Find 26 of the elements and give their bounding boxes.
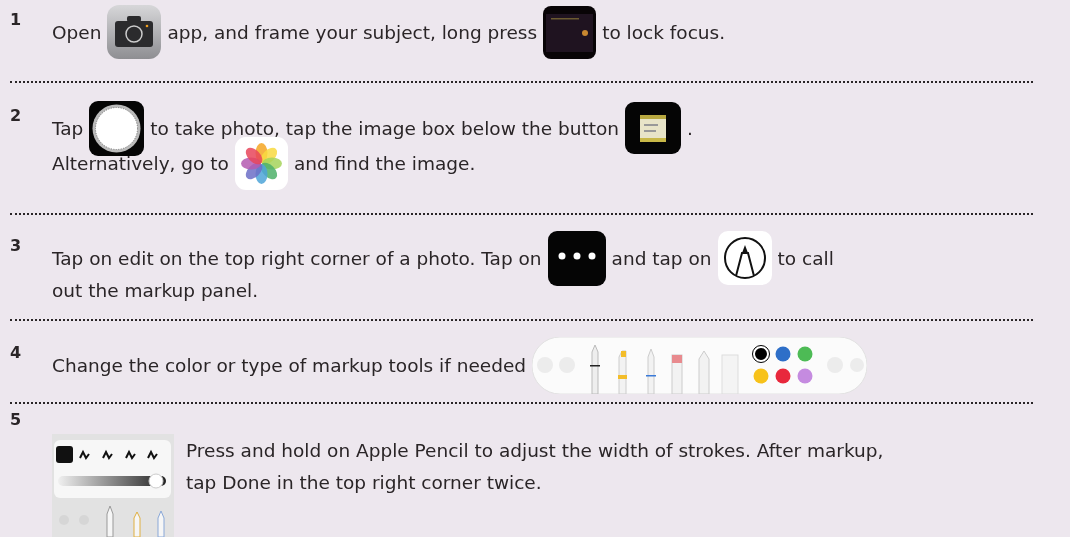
- step-text: to lock focus.: [602, 21, 726, 43]
- step-text: and find the image.: [293, 152, 476, 174]
- step-text: Alternatively, go to: [52, 152, 229, 174]
- step-number: 5: [10, 410, 23, 429]
- step-text: out the markup panel.: [52, 279, 259, 301]
- step-number: 3: [10, 236, 23, 255]
- step-text: tap Done in the top right corner twice.: [186, 471, 542, 493]
- step-text: .: [686, 117, 693, 139]
- step-text: and tap on: [611, 247, 712, 269]
- step-text: to take photo, tap the image box below the button: [150, 117, 619, 139]
- step-text: to call: [777, 247, 834, 269]
- more-icon: [547, 230, 606, 286]
- markup-pen-icon: [717, 231, 772, 285]
- step-number: 1: [10, 10, 23, 29]
- step-number: 4: [10, 343, 23, 362]
- step-number: 2: [10, 106, 23, 125]
- viewfinder-icon: [543, 5, 597, 59]
- step-text: Change the color or type of markup tools if needed: [52, 354, 526, 376]
- shutter-button-icon: [89, 100, 145, 156]
- thumbnail-icon: [624, 102, 681, 154]
- step-text: Tap on edit on the top right corner of a photo. Tap on: [52, 247, 542, 269]
- step-text: Open: [52, 21, 102, 43]
- step-text: Tap: [52, 117, 84, 139]
- camera-app-icon: [107, 5, 162, 59]
- step-text: app, and frame your subject, long press: [167, 21, 538, 43]
- step-text: Press and hold on Apple Pencil to adjust the width of strokes. After markup,: [186, 439, 884, 461]
